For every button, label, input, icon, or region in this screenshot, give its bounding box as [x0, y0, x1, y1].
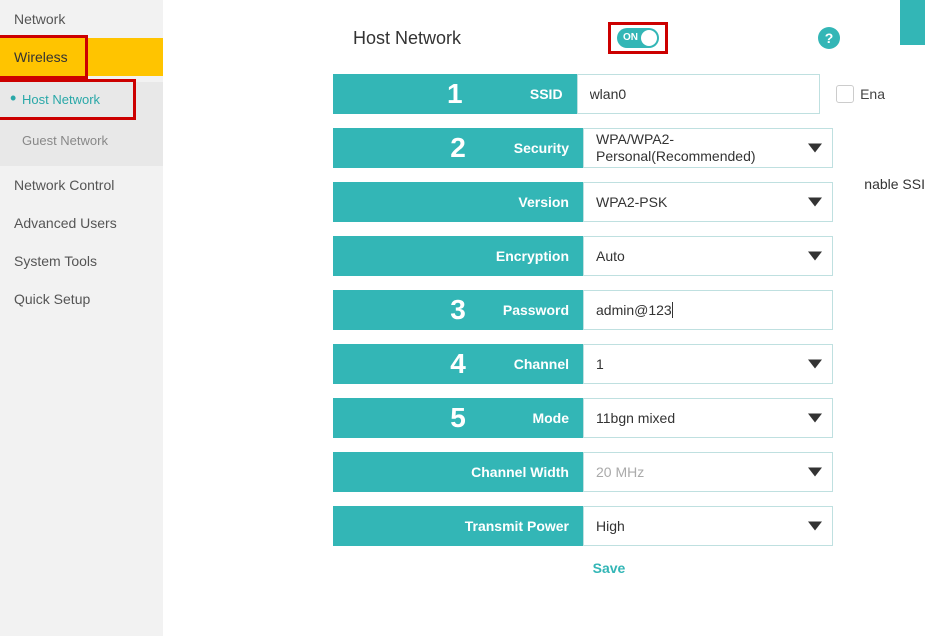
- password-input-wrap[interactable]: admin@123: [583, 290, 833, 330]
- version-label: Version: [518, 194, 569, 210]
- step-number-2: 2: [450, 132, 466, 164]
- nav-system-tools[interactable]: System Tools: [0, 242, 163, 280]
- text-cursor: [672, 302, 673, 318]
- transmit-power-label: Transmit Power: [465, 518, 569, 534]
- truncated-text-enable-ssid: nable SSI: [864, 176, 925, 192]
- save-button[interactable]: Save: [593, 560, 626, 576]
- step-number-5: 5: [450, 402, 466, 434]
- mode-select[interactable]: 11bgn mixed: [583, 398, 833, 438]
- transmit-power-value: High: [596, 518, 625, 534]
- chevron-down-icon: [808, 468, 822, 477]
- nav-host-network[interactable]: Host Network: [0, 82, 163, 117]
- chevron-down-icon: [808, 252, 822, 261]
- channel-width-label: Channel Width: [471, 464, 569, 480]
- encryption-select[interactable]: Auto: [583, 236, 833, 276]
- enable-toggle[interactable]: ON: [617, 28, 659, 48]
- step-number-1: 1: [447, 78, 463, 110]
- version-value: WPA2-PSK: [596, 194, 667, 210]
- chevron-down-icon: [808, 144, 822, 153]
- channel-select[interactable]: 1: [583, 344, 833, 384]
- nav-network[interactable]: Network: [0, 0, 163, 38]
- transmit-power-select[interactable]: High: [583, 506, 833, 546]
- encryption-label: Encryption: [496, 248, 569, 264]
- security-value: WPA/WPA2-Personal(Recommended): [596, 131, 820, 165]
- toggle-on-label: ON: [623, 29, 638, 47]
- security-select[interactable]: WPA/WPA2-Personal(Recommended): [583, 128, 833, 168]
- chevron-down-icon: [808, 198, 822, 207]
- chevron-down-icon: [808, 414, 822, 423]
- ssid-label: SSID: [530, 86, 563, 102]
- nav-quick-setup[interactable]: Quick Setup: [0, 280, 163, 318]
- step-number-4: 4: [450, 348, 466, 380]
- mode-label: Mode: [532, 410, 569, 426]
- channel-value: 1: [596, 356, 604, 372]
- help-icon[interactable]: ?: [818, 27, 840, 49]
- enable-ssid-label-short: Ena: [860, 86, 885, 102]
- encryption-value: Auto: [596, 248, 625, 264]
- channel-width-select[interactable]: 20 MHz: [583, 452, 833, 492]
- channel-label: Channel: [514, 356, 569, 372]
- chevron-down-icon: [808, 522, 822, 531]
- channel-width-value: 20 MHz: [596, 464, 644, 480]
- password-value: admin@123: [596, 302, 672, 318]
- highlight-toggle: ON: [608, 22, 668, 54]
- enable-ssid-checkbox[interactable]: [836, 85, 854, 103]
- version-select[interactable]: WPA2-PSK: [583, 182, 833, 222]
- password-label: Password: [503, 302, 569, 318]
- nav-wireless[interactable]: Wireless: [0, 38, 163, 76]
- mode-value: 11bgn mixed: [596, 410, 675, 426]
- corner-decoration: [900, 0, 925, 45]
- nav-guest-network[interactable]: Guest Network: [0, 123, 163, 158]
- ssid-input[interactable]: [590, 86, 808, 102]
- step-number-3: 3: [450, 294, 466, 326]
- security-label: Security: [514, 140, 569, 156]
- ssid-input-wrap[interactable]: [577, 74, 821, 114]
- nav-network-control[interactable]: Network Control: [0, 166, 163, 204]
- page-title: Host Network: [353, 28, 461, 49]
- chevron-down-icon: [808, 360, 822, 369]
- toggle-knob: [641, 30, 657, 46]
- nav-advanced-users[interactable]: Advanced Users: [0, 204, 163, 242]
